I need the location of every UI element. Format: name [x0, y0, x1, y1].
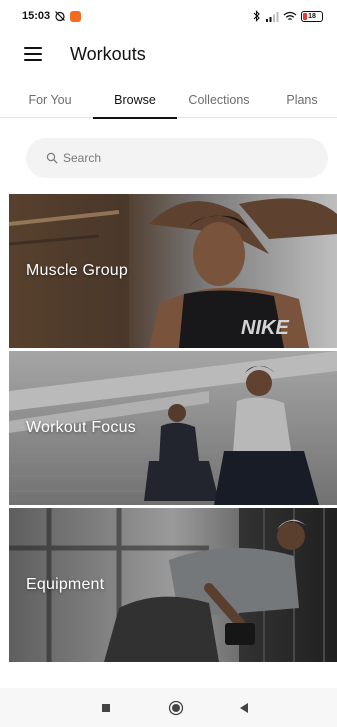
app-bar: Workouts — [0, 38, 337, 70]
status-left: 15:03 — [22, 10, 82, 22]
search-input[interactable]: Search — [26, 138, 328, 178]
alarm-off-icon — [55, 11, 66, 22]
category-card-muscle-group[interactable]: NIKE Muscle Group — [9, 194, 337, 348]
status-time: 15:03 — [22, 10, 51, 22]
status-bar: 15:03 18 — [0, 0, 337, 32]
tab-bar: For You Browse Collections Plans — [0, 82, 337, 119]
card-label-muscle-group: Muscle Group — [26, 262, 128, 279]
search-placeholder: Search — [63, 151, 102, 165]
system-nav-bar — [0, 688, 337, 727]
card-label-equipment: Equipment — [26, 576, 105, 593]
circle-icon[interactable] — [168, 700, 184, 716]
battery-icon: 18 — [301, 10, 323, 22]
page-title: Workouts — [70, 43, 146, 64]
bluetooth-icon — [253, 10, 260, 22]
tab-browse[interactable]: Browse — [93, 82, 177, 119]
tab-for-you[interactable]: For You — [14, 82, 86, 118]
tab-collections[interactable]: Collections — [180, 82, 258, 118]
status-right: 18 — [253, 10, 323, 22]
triangle-left-icon[interactable] — [236, 700, 252, 716]
category-card-equipment[interactable]: Equipment — [9, 508, 337, 662]
hamburger-icon[interactable] — [24, 47, 42, 61]
tab-plans[interactable]: Plans — [276, 82, 328, 118]
square-icon[interactable] — [98, 700, 114, 716]
signal-icon — [266, 11, 279, 22]
category-card-workout-focus[interactable]: Workout Focus — [9, 351, 337, 505]
notification-app-icon — [70, 10, 82, 22]
card-label-workout-focus: Workout Focus — [26, 419, 136, 436]
search-icon — [46, 152, 58, 164]
wifi-icon — [283, 11, 297, 20]
battery-level: 18 — [308, 12, 316, 20]
